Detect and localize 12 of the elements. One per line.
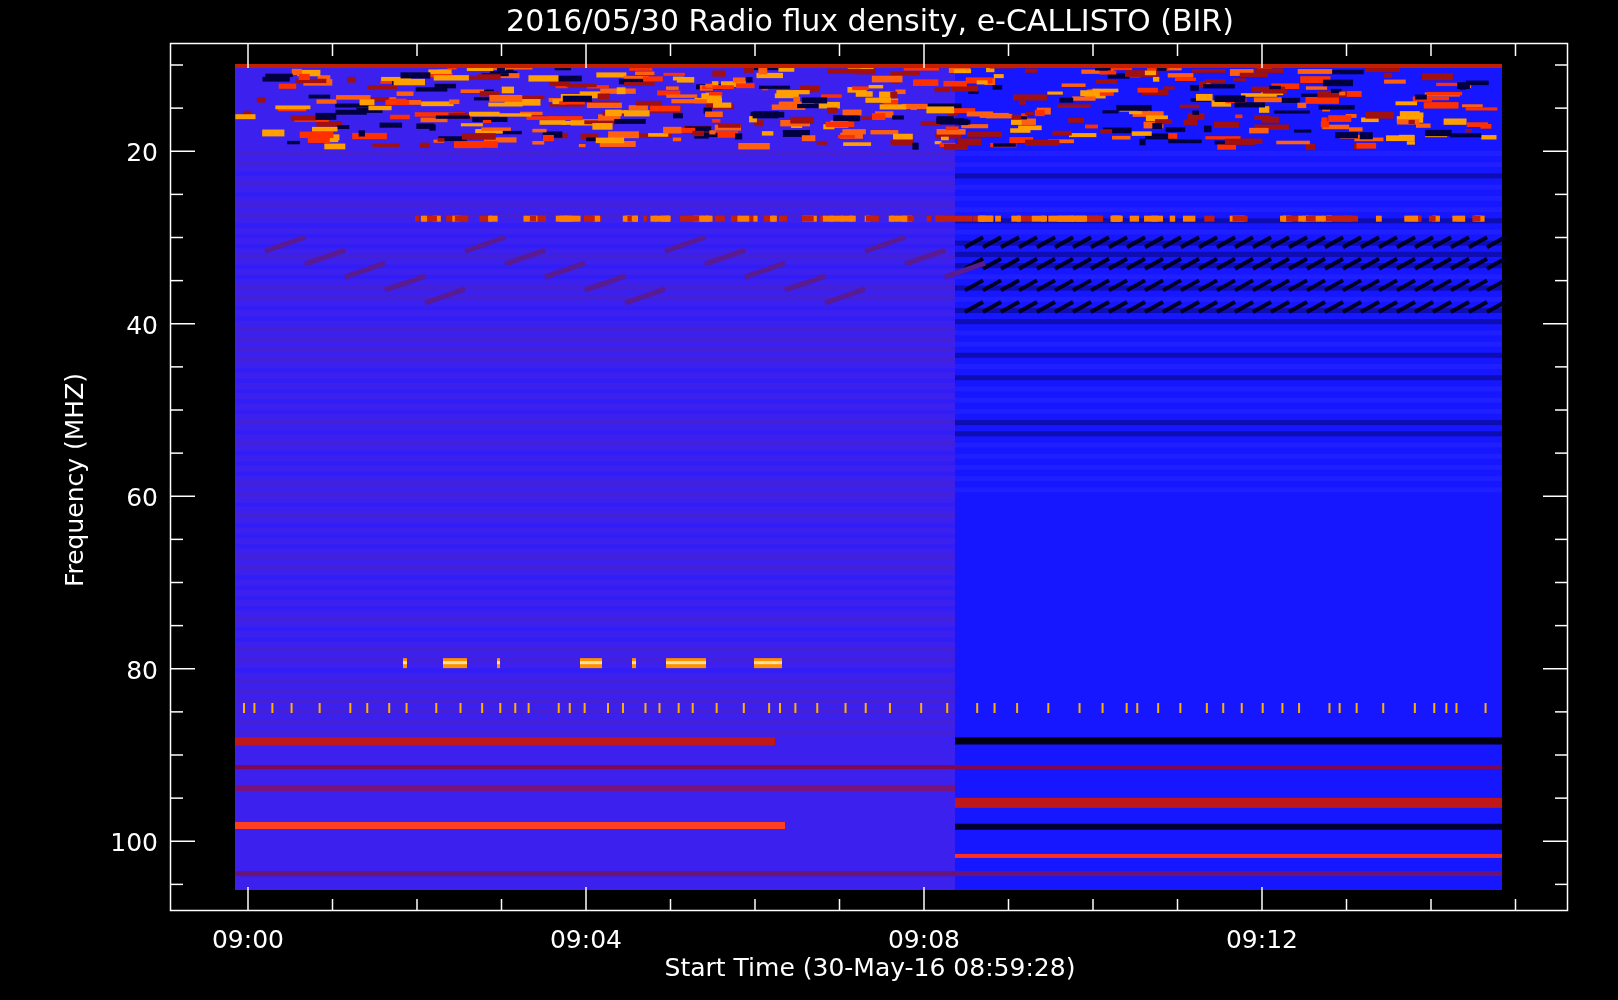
y-tick-label: 100 xyxy=(110,828,158,857)
x-tick-label: 09:08 xyxy=(888,925,960,954)
y-tick-label: 80 xyxy=(126,655,158,685)
y-axis-label: Frequency (MHZ) xyxy=(60,372,89,588)
x-tick-label: 09:04 xyxy=(550,925,622,954)
chart-title: 2016/05/30 Radio flux density, e-CALLISTO (BIR) xyxy=(506,3,1234,38)
y-tick-label: 20 xyxy=(126,138,158,167)
x-axis-label: Start Time (30-May-16 08:59:28) xyxy=(664,953,1076,982)
x-tick-label: 09:00 xyxy=(212,925,284,954)
x-tick-label: 09:12 xyxy=(1226,925,1298,954)
y-tick-label: 60 xyxy=(126,483,158,512)
y-tick-label: 40 xyxy=(126,310,158,340)
